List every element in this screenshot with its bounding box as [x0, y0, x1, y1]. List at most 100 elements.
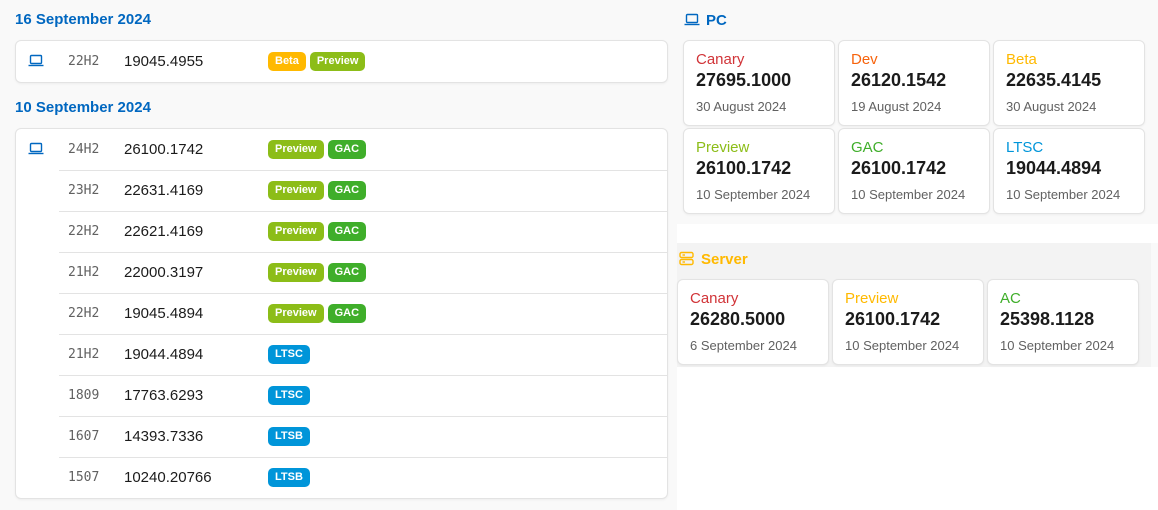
- pc-channel-tile[interactable]: Canary 27695.1000 30 August 2024: [683, 40, 835, 126]
- release-row[interactable]: 22H2 19045.4894 Preview GAC: [16, 293, 667, 334]
- release-build: 19044.4894: [124, 346, 204, 363]
- tile-date: 30 August 2024: [1006, 99, 1097, 114]
- release-build: 22000.3197: [124, 264, 204, 281]
- tile-build: 22635.4145: [1006, 70, 1102, 90]
- channel-badge-preview: Preview: [268, 222, 324, 241]
- channel-badge-preview: Preview: [268, 140, 324, 159]
- divider-block: [677, 224, 1158, 243]
- tile-date: 10 September 2024: [696, 187, 811, 202]
- release-build: 22621.4169: [124, 223, 204, 240]
- tile-date: 10 September 2024: [1006, 187, 1121, 202]
- release-version: 22H2: [68, 224, 100, 239]
- release-date-heading: 16 September 2024: [15, 11, 151, 28]
- release-date-heading: 10 September 2024: [15, 99, 151, 116]
- channel-badge-preview: Preview: [268, 304, 324, 323]
- channel-badges: Preview GAC: [268, 304, 367, 323]
- release-version: 22H2: [68, 306, 100, 321]
- release-version: 24H2: [68, 142, 100, 157]
- tile-date: 10 September 2024: [845, 338, 960, 353]
- tile-channel: Preview: [845, 290, 899, 307]
- tile-channel: Canary: [690, 290, 739, 307]
- server-channel-tile[interactable]: Preview 26100.1742 10 September 2024: [832, 279, 984, 365]
- release-card: 24H2 26100.1742 Preview GAC 23H2 22631.4169 Pr…: [15, 128, 668, 499]
- channel-badge-gac: GAC: [327, 181, 367, 200]
- channel-badge-preview: Preview: [268, 181, 324, 200]
- release-build: 19045.4894: [124, 305, 204, 322]
- channel-badge-preview: Preview: [309, 52, 366, 71]
- channel-badge-beta: Beta: [268, 52, 306, 71]
- channel-badge-gac: GAC: [327, 304, 367, 323]
- release-version: 1607: [68, 429, 100, 444]
- tile-build: 27695.1000: [696, 70, 792, 90]
- channel-badge-ltsb: LTSB: [268, 468, 310, 487]
- tile-build: 26120.1542: [851, 70, 947, 90]
- tile-build: 25398.1128: [1000, 309, 1095, 329]
- tile-channel: AC: [1000, 290, 1021, 307]
- release-version: 21H2: [68, 265, 100, 280]
- server-channel-tile[interactable]: AC 25398.1128 10 September 2024: [987, 279, 1139, 365]
- release-row[interactable]: 23H2 22631.4169 Preview GAC: [16, 170, 667, 211]
- release-row[interactable]: 1809 17763.6293 LTSC: [16, 375, 667, 416]
- release-row[interactable]: 24H2 26100.1742 Preview GAC: [16, 129, 667, 170]
- release-version: 22H2: [68, 54, 100, 69]
- channel-badges: Preview GAC: [268, 222, 367, 241]
- channel-badge-ltsc: LTSC: [268, 386, 310, 405]
- laptop-icon: [684, 13, 700, 30]
- pc-channel-tile[interactable]: Beta 22635.4145 30 August 2024: [993, 40, 1145, 126]
- release-version: 1507: [68, 470, 100, 485]
- pc-section-header: PC: [684, 12, 727, 30]
- release-version: 21H2: [68, 347, 100, 362]
- release-row[interactable]: 22H2 19045.4955 Beta Preview: [16, 41, 667, 82]
- server-section-header: Server: [679, 251, 748, 270]
- tile-channel: Beta: [1006, 51, 1037, 68]
- channel-badge-gac: GAC: [327, 263, 367, 282]
- channel-badge-gac: GAC: [327, 222, 367, 241]
- pc-channel-tile[interactable]: Preview 26100.1742 10 September 2024: [683, 128, 835, 214]
- tile-channel: Canary: [696, 51, 745, 68]
- pc-section-title: PC: [706, 12, 727, 29]
- release-build: 17763.6293: [124, 387, 204, 404]
- channel-badge-ltsc: LTSC: [268, 345, 310, 364]
- channel-badges: Preview GAC: [268, 263, 367, 282]
- tile-channel: GAC: [851, 139, 884, 156]
- channel-badges: LTSB: [268, 427, 310, 446]
- tile-build: 19044.4894: [1006, 158, 1102, 178]
- release-build: 26100.1742: [124, 141, 204, 158]
- server-section-title: Server: [701, 251, 748, 268]
- tile-date: 30 August 2024: [696, 99, 787, 114]
- channel-badges: LTSC: [268, 345, 310, 364]
- release-card: 22H2 19045.4955 Beta Preview: [15, 40, 668, 83]
- pc-channel-tile[interactable]: Dev 26120.1542 19 August 2024: [838, 40, 990, 126]
- tile-build: 26280.5000: [690, 309, 786, 329]
- tile-date: 19 August 2024: [851, 99, 942, 114]
- channel-badges: Preview GAC: [268, 140, 367, 159]
- release-row[interactable]: 22H2 22621.4169 Preview GAC: [16, 211, 667, 252]
- channel-badge-gac: GAC: [327, 140, 367, 159]
- release-row[interactable]: 1507 10240.20766 LTSB: [16, 457, 667, 498]
- channel-badges: LTSB: [268, 468, 310, 487]
- release-build: 22631.4169: [124, 182, 204, 199]
- tile-build: 26100.1742: [851, 158, 947, 178]
- tile-build: 26100.1742: [696, 158, 792, 178]
- tile-date: 10 September 2024: [851, 187, 966, 202]
- server-channel-tile[interactable]: Canary 26280.5000 6 September 2024: [677, 279, 829, 365]
- release-build: 14393.7336: [124, 428, 204, 445]
- channel-badges: LTSC: [268, 386, 310, 405]
- channel-badges: Preview GAC: [268, 181, 367, 200]
- laptop-icon: [28, 54, 44, 72]
- tile-channel: Preview: [696, 139, 750, 156]
- release-version: 1809: [68, 388, 100, 403]
- release-row[interactable]: 21H2 22000.3197 Preview GAC: [16, 252, 667, 293]
- channel-badges: Beta Preview: [268, 52, 366, 71]
- tile-channel: Dev: [851, 51, 878, 68]
- release-row[interactable]: 1607 14393.7336 LTSB: [16, 416, 667, 457]
- release-build: 10240.20766: [124, 469, 212, 486]
- release-version: 23H2: [68, 183, 100, 198]
- pc-channel-tile[interactable]: LTSC 19044.4894 10 September 2024: [993, 128, 1145, 214]
- server-icon: [679, 251, 694, 270]
- channel-badge-ltsb: LTSB: [268, 427, 310, 446]
- laptop-icon: [28, 142, 44, 160]
- empty-panel: [677, 367, 1158, 510]
- release-row[interactable]: 21H2 19044.4894 LTSC: [16, 334, 667, 375]
- pc-channel-tile[interactable]: GAC 26100.1742 10 September 2024: [838, 128, 990, 214]
